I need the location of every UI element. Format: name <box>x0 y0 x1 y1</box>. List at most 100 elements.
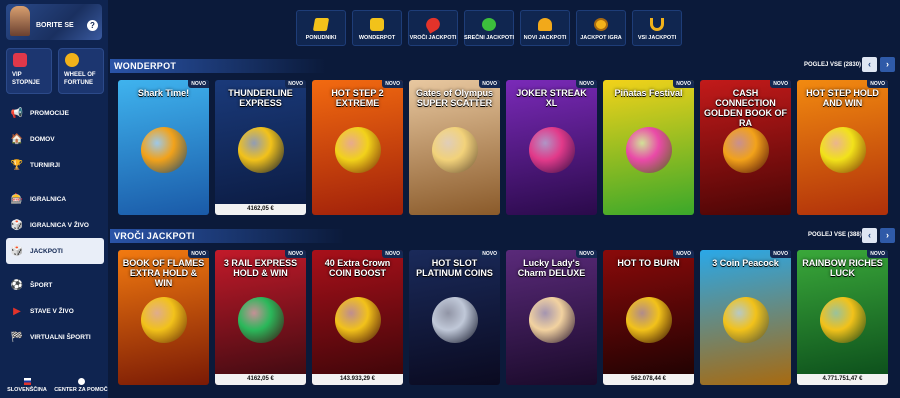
prev-arrow-button[interactable]: ‹ <box>862 228 877 243</box>
new-badge: NOVO <box>188 250 209 258</box>
clover-icon <box>482 18 496 31</box>
game-card[interactable]: JOKER STREAK XL NOVO <box>506 80 597 215</box>
game-artwork <box>722 297 769 344</box>
wheel-tile-label: WHEEL OF FORTUNE <box>64 72 96 86</box>
flag-icon <box>23 378 31 385</box>
tab-vsi-jackpoti[interactable]: VSI JACKPOTI <box>632 10 682 46</box>
ball-icon: ⚽ <box>10 279 24 291</box>
promo-label: BORITE SE <box>36 22 74 29</box>
game-card[interactable]: HOT STEP 2 EXTREME NOVO <box>312 80 403 215</box>
game-card[interactable]: HOT SLOT PLATINUM COINS NOVO <box>409 250 500 385</box>
sidebar-item-igralnica[interactable]: 🎰 IGRALNICA <box>6 186 104 212</box>
tab-label: NOVI JACKPOTI <box>523 35 567 41</box>
wheel-icon <box>65 53 79 67</box>
jackpot-amount: 4162,05 € <box>215 204 306 215</box>
new-badge: NOVO <box>673 80 694 88</box>
help-icon[interactable]: ? <box>87 20 98 31</box>
next-arrow-button[interactable]: › <box>880 228 895 243</box>
game-card[interactable]: CASH CONNECTION GOLDEN BOOK OF RA NOVO <box>700 80 791 215</box>
game-card[interactable]: Lucky Lady's Charm DELUXE NOVO <box>506 250 597 385</box>
tab-label: SREČNI JACKPOTI <box>463 35 515 41</box>
info-icon <box>77 378 85 385</box>
tab-vroci-jackpoti[interactable]: VROČI JACKPOTI <box>408 10 458 46</box>
sidebar-item-sport[interactable]: ⚽ ŠPORT <box>6 272 104 298</box>
tab-wonderpot[interactable]: WONDERPOT <box>352 10 402 46</box>
tab-srecni-jackpoti[interactable]: SREČNI JACKPOTI <box>464 10 514 46</box>
tab-label: VSI JACKPOTI <box>637 35 677 41</box>
game-card[interactable]: Gates of Olympus SUPER SCATTER NOVO <box>409 80 500 215</box>
new-badge: NOVO <box>770 80 791 88</box>
game-card[interactable]: THUNDERLINE EXPRESS NOVO 4162,05 € <box>215 80 306 215</box>
promo-banner[interactable]: BORITE SE ? <box>6 4 102 40</box>
new-badge: NOVO <box>285 80 306 88</box>
new-badge: NOVO <box>770 250 791 258</box>
game-artwork <box>625 297 672 344</box>
sidebar-footer: SLOVENŠČINA CENTER ZA POMOČ <box>0 376 108 398</box>
sidebar-item-igralnica-v-zivo[interactable]: 🎲 IGRALNICA V ŽIVO <box>6 212 104 238</box>
game-title: BOOK OF FLAMES EXTRA HOLD & WIN <box>122 258 205 288</box>
game-card[interactable]: 3 RAIL EXPRESS HOLD & WIN NOVO 4162,05 € <box>215 250 306 385</box>
sidebar-item-label: DOMOV <box>30 135 55 143</box>
game-card[interactable]: Piñatas Festival NOVO <box>603 80 694 215</box>
sidebar-item-label: TURNIRJI <box>30 161 60 169</box>
tab-novi-jackpoti[interactable]: NOVI JACKPOTI <box>520 10 570 46</box>
jackpot-amount: 562.078,44 € <box>603 374 694 385</box>
game-title: JOKER STREAK XL <box>516 88 587 108</box>
game-card[interactable]: BOOK OF FLAMES EXTRA HOLD & WIN NOVO <box>118 250 209 385</box>
wheel-tile-button[interactable]: WHEEL OF FORTUNE <box>58 48 104 94</box>
see-all-link[interactable]: POGLEJ VSE (388) <box>808 232 862 238</box>
coin-icon <box>594 18 608 31</box>
game-title: Lucky Lady's Charm DELUXE <box>517 258 586 278</box>
game-card[interactable]: HOT STEP HOLD AND WIN NOVO <box>797 80 888 215</box>
sidebar-item-promocije[interactable]: 📢 PROMOCIJE <box>6 100 104 126</box>
sidebar-item-jackpoti[interactable]: 🎲 JACKPOTI <box>6 238 104 264</box>
game-card[interactable]: 40 Extra Crown COIN BOOST NOVO 143.933,29 … <box>312 250 403 385</box>
jackpot-amount: 143.933,29 € <box>312 374 403 385</box>
game-title: Gates of Olympus SUPER SCATTER <box>415 88 494 108</box>
language-selector[interactable]: SLOVENŠČINA <box>0 376 54 398</box>
game-artwork <box>237 127 284 174</box>
prev-arrow-button[interactable]: ‹ <box>862 57 877 72</box>
sidebar-item-stave-v-zivo[interactable]: ▶ STAVE V ŽIVO <box>6 298 104 324</box>
see-all-link[interactable]: POGLEJ VSE (2830) <box>804 62 861 68</box>
help-center-link[interactable]: CENTER ZA POMOČ <box>54 376 108 398</box>
game-card[interactable]: Shark Time! NOVO <box>118 80 209 215</box>
sidebar-item-label: STAVE V ŽIVO <box>30 307 74 315</box>
sidebar-item-label: VIRTUALNI ŠPORTI <box>30 333 91 341</box>
game-row-vroci-jackpoti: BOOK OF FLAMES EXTRA HOLD & WIN NOVO 3 RAI… <box>118 250 888 385</box>
new-badge: NOVO <box>382 250 403 258</box>
game-artwork <box>819 127 866 174</box>
dice-icon: 🎲 <box>10 219 24 231</box>
game-artwork <box>528 127 575 174</box>
game-artwork <box>819 297 866 344</box>
game-title: Shark Time! <box>137 88 190 98</box>
promo-figure <box>10 6 30 36</box>
next-arrow-button[interactable]: › <box>880 57 895 72</box>
sidebar-item-virtualni-sporti[interactable]: 🏁 VIRTUALNI ŠPORTI <box>6 324 104 350</box>
game-title: RAINBOW RICHES LUCK <box>802 258 883 278</box>
game-card[interactable]: HOT TO BURN NOVO 562.078,44 € <box>603 250 694 385</box>
new-badge: NOVO <box>867 80 888 88</box>
home-icon: 🏠 <box>10 133 24 145</box>
help-center-label: CENTER ZA POMOČ <box>54 387 108 393</box>
game-card[interactable]: RAINBOW RICHES LUCK NOVO 4.771.751,47 € <box>797 250 888 385</box>
game-artwork <box>237 297 284 344</box>
tab-ponudniki[interactable]: PONUDNIKI <box>296 10 346 46</box>
bell-icon <box>538 18 552 31</box>
wonderpot-icon <box>370 18 384 31</box>
tab-jackpot-igra[interactable]: JACKPOT IGRA <box>576 10 626 46</box>
vip-tile-button[interactable]: VIP STOPNJE <box>6 48 52 94</box>
sidebar-item-label: JACKPOTI <box>30 247 63 255</box>
sidebar-item-label: IGRALNICA <box>30 195 67 203</box>
sidebar-nav: 📢 PROMOCIJE 🏠 DOMOV 🏆 TURNIRJI 🎰 IGRALNICA 🎲… <box>6 100 104 350</box>
jackpot-amount: 4162,05 € <box>215 374 306 385</box>
new-badge: NOVO <box>479 80 500 88</box>
sidebar-item-domov[interactable]: 🏠 DOMOV <box>6 126 104 152</box>
game-artwork <box>140 297 187 344</box>
new-badge: NOVO <box>479 250 500 258</box>
tab-label: WONDERPOT <box>358 35 396 41</box>
sidebar-item-turnirji[interactable]: 🏆 TURNIRJI <box>6 152 104 178</box>
game-artwork <box>431 297 478 344</box>
game-card[interactable]: 3 Coin Peacock NOVO <box>700 250 791 385</box>
game-title: 3 Coin Peacock <box>712 258 779 268</box>
